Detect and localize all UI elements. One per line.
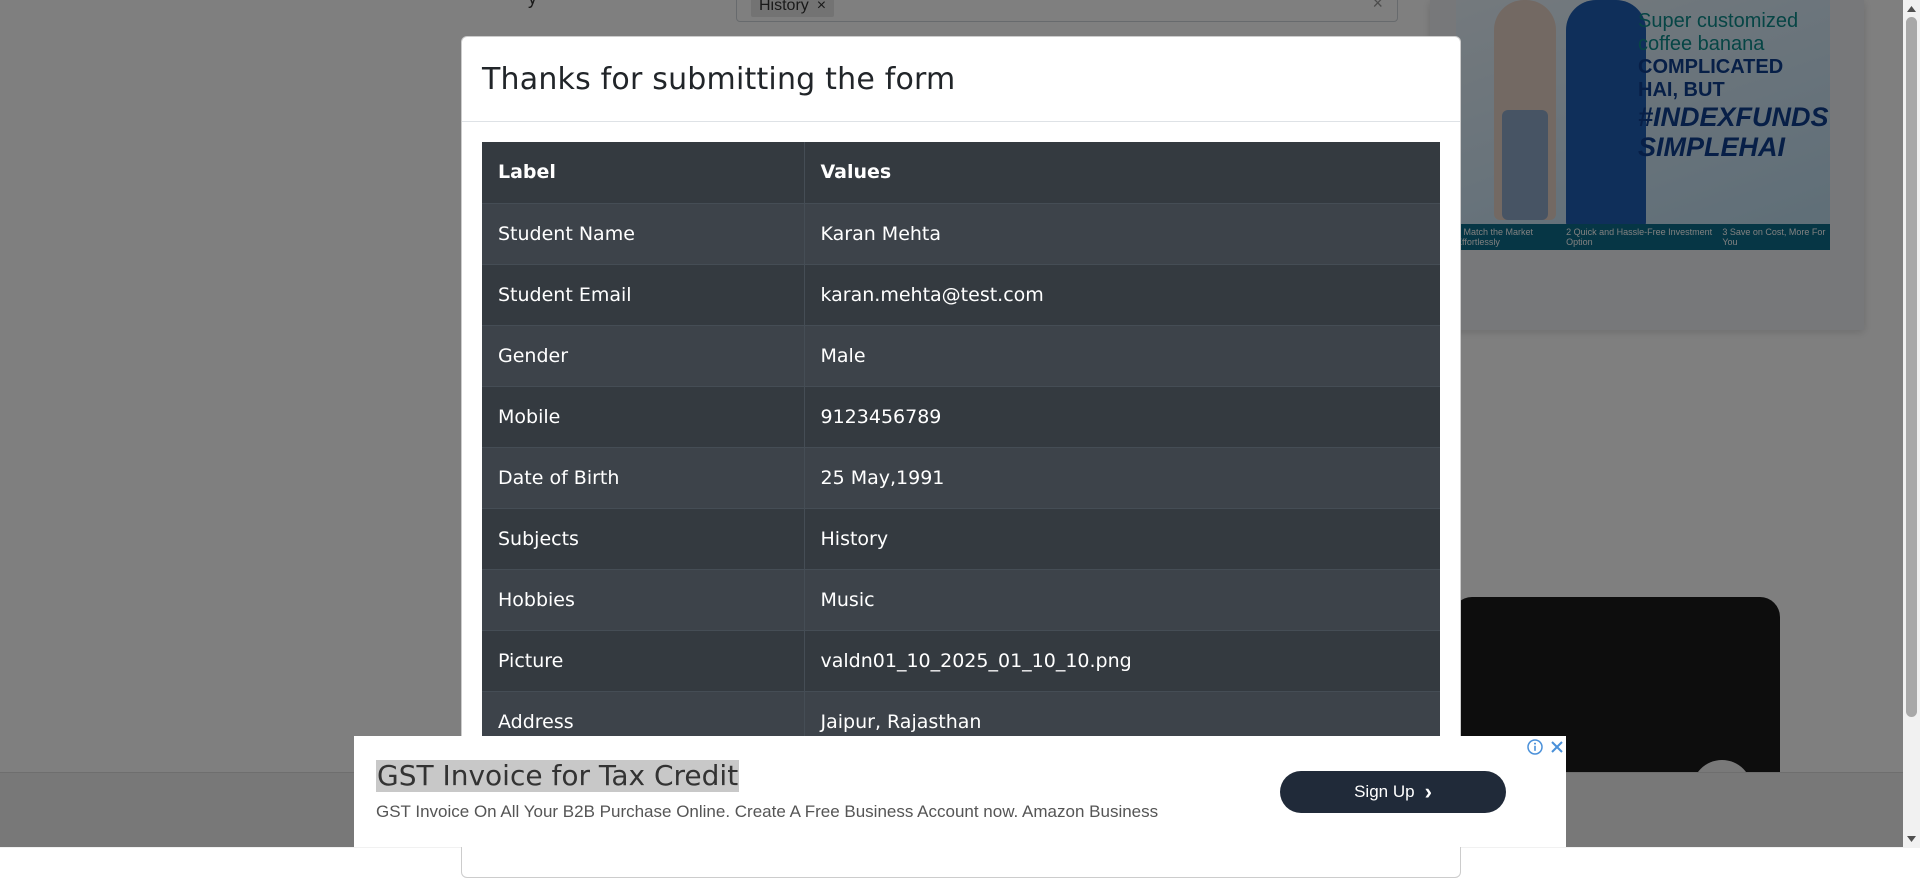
table-row: Student Email karan.mehta@test.com [482, 263, 1440, 325]
table-row: Student Name Karan Mehta [482, 202, 1440, 264]
row-value: 25 May,1991 [804, 446, 1440, 508]
ad-banner-description[interactable]: GST Invoice On All Your B2B Purchase Onl… [376, 802, 1158, 822]
table-row: Hobbies Music [482, 568, 1440, 630]
modal-title: Thanks for submitting the form [482, 61, 956, 97]
table-row: Date of Birth 25 May,1991 [482, 446, 1440, 508]
info-icon[interactable] [1526, 738, 1544, 756]
table-row: Gender Male [482, 324, 1440, 386]
row-label: Mobile [482, 385, 805, 447]
row-label: Gender [482, 324, 805, 386]
row-value: Karan Mehta [804, 202, 1440, 264]
scroll-up-icon[interactable] [1903, 0, 1920, 17]
chevron-right-icon: › [1424, 779, 1432, 804]
modal-body: Label Values Student Name Karan Mehta St… [462, 122, 1460, 772]
row-label: Date of Birth [482, 446, 805, 508]
row-label: Student Email [482, 263, 805, 325]
table-row: Subjects History [482, 507, 1440, 569]
column-header-label: Label [482, 142, 805, 203]
ad-banner-title[interactable]: GST Invoice for Tax Credit [376, 760, 740, 792]
table-header-row: Label Values [482, 142, 1440, 203]
row-value: History [804, 507, 1440, 569]
row-label: Student Name [482, 202, 805, 264]
close-icon[interactable] [1548, 738, 1566, 756]
row-value: valdn01_10_2025_01_10_10.png [804, 629, 1440, 691]
scroll-thumb[interactable] [1906, 17, 1917, 717]
column-header-values: Values [804, 142, 1440, 203]
table-row: Mobile 9123456789 [482, 385, 1440, 447]
row-label: Subjects [482, 507, 805, 569]
results-table: Label Values Student Name Karan Mehta St… [482, 142, 1440, 752]
sign-up-button[interactable]: Sign Up › [1280, 771, 1506, 813]
row-value: karan.mehta@test.com [804, 263, 1440, 325]
row-label: Hobbies [482, 568, 805, 630]
row-value: 9123456789 [804, 385, 1440, 447]
row-value: Male [804, 324, 1440, 386]
scroll-down-icon[interactable] [1903, 830, 1920, 847]
row-value: Music [804, 568, 1440, 630]
table-row: Picture valdn01_10_2025_01_10_10.png [482, 629, 1440, 691]
scrollbar[interactable] [1903, 0, 1920, 847]
modal-header: Thanks for submitting the form [462, 37, 1460, 122]
sign-up-label: Sign Up [1354, 782, 1415, 801]
row-label: Picture [482, 629, 805, 691]
ad-banner[interactable]: GST Invoice for Tax Credit GST Invoice O… [354, 736, 1566, 847]
